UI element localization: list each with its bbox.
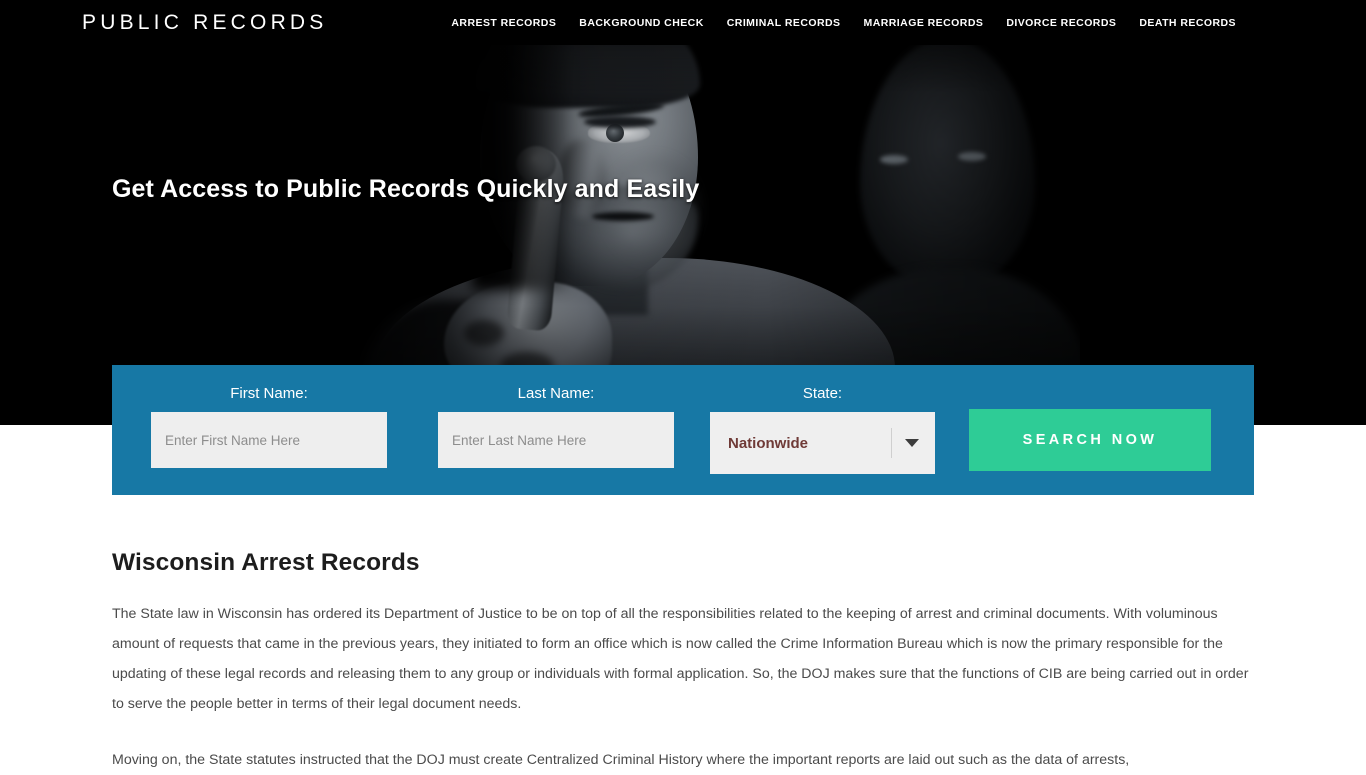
records-search-form: First Name: Last Name: State: Nationwide… xyxy=(112,365,1254,495)
last-name-field-group: Last Name: xyxy=(418,365,694,468)
select-divider xyxy=(891,428,892,458)
state-field-group: State: Nationwide xyxy=(705,365,940,474)
state-label: State: xyxy=(802,385,843,402)
content-paragraph-2: Moving on, the State statutes instructed… xyxy=(112,752,1130,768)
state-selected-value: Nationwide xyxy=(728,434,809,452)
hero-headline: Get Access to Public Records Quickly and… xyxy=(112,175,700,203)
hero-section: Get Access to Public Records Quickly and… xyxy=(0,0,1366,425)
first-name-input[interactable] xyxy=(151,412,387,468)
last-name-label: Last Name: xyxy=(517,385,595,402)
site-logo[interactable]: PUBLIC RECORDS xyxy=(82,11,328,35)
hero-vignette-overlay xyxy=(0,0,1366,425)
nav-item-arrest-records[interactable]: ARREST RECORDS xyxy=(451,17,556,29)
search-now-button[interactable]: SEARCH NOW xyxy=(969,409,1211,471)
main-navigation: ARREST RECORDS BACKGROUND CHECK CRIMINAL… xyxy=(451,17,1236,29)
page-title: Wisconsin Arrest Records xyxy=(112,549,420,576)
nav-item-marriage-records[interactable]: MARRIAGE RECORDS xyxy=(864,17,984,29)
content-paragraph-1: The State law in Wisconsin has ordered i… xyxy=(112,606,1249,712)
nav-item-criminal-records[interactable]: CRIMINAL RECORDS xyxy=(727,17,841,29)
nav-item-background-check[interactable]: BACKGROUND CHECK xyxy=(579,17,703,29)
nav-item-divorce-records[interactable]: DIVORCE RECORDS xyxy=(1006,17,1116,29)
submit-field-group: SEARCH NOW xyxy=(969,365,1239,471)
site-header: PUBLIC RECORDS ARREST RECORDS BACKGROUND… xyxy=(0,0,1366,45)
chevron-down-icon xyxy=(905,439,919,447)
nav-item-death-records[interactable]: DEATH RECORDS xyxy=(1139,17,1236,29)
state-select[interactable]: Nationwide xyxy=(710,412,935,474)
first-name-label: First Name: xyxy=(230,385,308,402)
first-name-field-group: First Name: xyxy=(131,365,407,468)
last-name-input[interactable] xyxy=(438,412,674,468)
